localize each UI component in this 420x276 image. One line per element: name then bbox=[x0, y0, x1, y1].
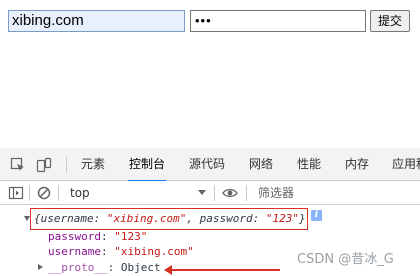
console-output: {username: "xibing.com", password: "123"… bbox=[0, 205, 420, 276]
summary-value-password: "123" bbox=[265, 212, 299, 225]
proto-row[interactable]: __proto__: Object bbox=[48, 261, 161, 275]
property-colon: : bbox=[100, 245, 115, 258]
brace-open: { bbox=[34, 212, 41, 225]
property-colon: : bbox=[107, 261, 121, 274]
info-icon[interactable]: i bbox=[311, 210, 322, 221]
context-select[interactable]: top bbox=[66, 183, 210, 203]
toolbar-divider bbox=[246, 185, 247, 201]
tab-network[interactable]: 网络 bbox=[248, 148, 274, 181]
filter-input[interactable]: 筛选器 bbox=[252, 183, 420, 203]
annotation-arrow bbox=[170, 269, 280, 271]
context-value: top bbox=[70, 186, 90, 200]
device-toolbar-icon[interactable] bbox=[36, 157, 52, 173]
eye-icon[interactable] bbox=[222, 185, 238, 201]
tab-elements[interactable]: 元素 bbox=[80, 148, 106, 181]
clear-console-icon[interactable] bbox=[36, 185, 52, 201]
tab-bar-divider bbox=[66, 157, 67, 173]
property-row: username: "xibing.com" bbox=[48, 245, 194, 259]
brace-close: } bbox=[298, 212, 306, 225]
property-colon: : bbox=[100, 230, 115, 243]
property-key: __proto__ bbox=[48, 261, 108, 274]
property-key: password bbox=[48, 230, 101, 243]
password-input[interactable]: ••• bbox=[190, 10, 366, 32]
tab-sources[interactable]: 源代码 bbox=[188, 148, 226, 181]
submit-button[interactable]: 提交 bbox=[370, 10, 410, 32]
summary-key-password: password bbox=[199, 212, 253, 225]
property-value: "xibing.com" bbox=[114, 245, 194, 258]
tab-performance[interactable]: 性能 bbox=[296, 148, 322, 181]
sidebar-toggle-icon[interactable] bbox=[8, 185, 24, 201]
toolbar-divider bbox=[214, 185, 215, 201]
expand-triangle-icon[interactable] bbox=[38, 264, 43, 270]
tab-memory[interactable]: 内存 bbox=[344, 148, 370, 181]
summary-colon: : bbox=[252, 212, 266, 225]
property-value: "123" bbox=[114, 230, 148, 243]
console-toolbar: top 筛选器 bbox=[0, 181, 420, 205]
chevron-down-icon bbox=[198, 190, 206, 195]
tab-application[interactable]: 应用程 bbox=[392, 148, 420, 181]
toolbar-divider bbox=[58, 185, 59, 201]
summary-key-username: username bbox=[40, 212, 94, 225]
watermark: CSDN @昔冰_G bbox=[297, 252, 394, 267]
property-row: password: "123" bbox=[48, 230, 147, 244]
tab-console[interactable]: 控制台 bbox=[128, 148, 166, 182]
devtools-tab-bar: 元素 控制台 源代码 网络 性能 内存 应用程 bbox=[0, 148, 420, 182]
username-input[interactable]: xibing.com bbox=[8, 10, 185, 32]
summary-colon: : bbox=[93, 212, 107, 225]
object-summary[interactable]: {username: "xibing.com", password: "123"… bbox=[34, 212, 306, 226]
toolbar-divider bbox=[29, 185, 30, 201]
inspect-icon[interactable] bbox=[10, 157, 26, 173]
summary-value-username: "xibing.com" bbox=[106, 212, 187, 225]
summary-separator: , bbox=[186, 212, 200, 225]
page-content: xibing.com ••• 提交 bbox=[0, 0, 420, 148]
property-key: username bbox=[48, 245, 101, 258]
property-value: Object bbox=[120, 261, 161, 274]
